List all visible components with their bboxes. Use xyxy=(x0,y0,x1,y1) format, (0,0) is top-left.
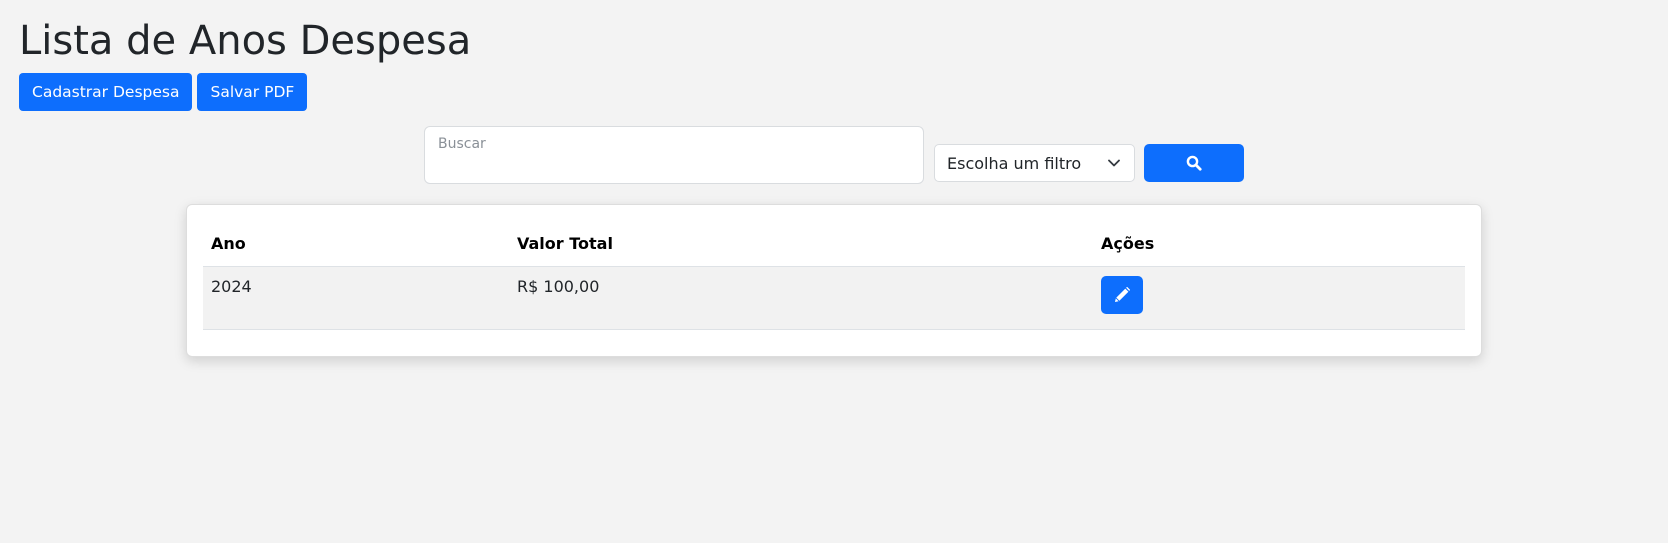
page: Lista de Anos Despesa Cadastrar Despesa … xyxy=(0,0,1668,543)
search-button[interactable] xyxy=(1144,144,1244,182)
save-pdf-button[interactable]: Salvar PDF xyxy=(197,73,308,111)
expense-years-table: Ano Valor Total Ações 2024 R$ 100,00 xyxy=(203,221,1465,330)
cell-ano: 2024 xyxy=(203,266,509,330)
search-label: Buscar xyxy=(438,136,486,152)
register-expense-button[interactable]: Cadastrar Despesa xyxy=(19,73,193,111)
table-row: 2024 R$ 100,00 xyxy=(203,266,1465,330)
results-card: Ano Valor Total Ações 2024 R$ 100,00 xyxy=(186,204,1482,357)
column-header-acoes: Ações xyxy=(1093,221,1465,267)
search-field[interactable]: Buscar xyxy=(424,126,924,184)
search-icon xyxy=(1186,155,1202,171)
pencil-icon xyxy=(1115,286,1130,302)
edit-button[interactable] xyxy=(1101,275,1143,314)
filter-select[interactable]: Escolha um filtro xyxy=(934,144,1135,182)
table-header-row: Ano Valor Total Ações xyxy=(203,221,1465,267)
cell-acoes xyxy=(1093,266,1465,330)
chevron-down-icon xyxy=(1108,159,1120,167)
cell-valor-total: R$ 100,00 xyxy=(509,266,1093,330)
filter-selected-value: Escolha um filtro xyxy=(947,154,1082,173)
page-title: Lista de Anos Despesa xyxy=(19,18,472,64)
column-header-ano: Ano xyxy=(203,221,509,267)
top-actions: Cadastrar Despesa Salvar PDF xyxy=(19,73,308,111)
search-input[interactable] xyxy=(437,155,911,177)
column-header-valor-total: Valor Total xyxy=(509,221,1093,267)
